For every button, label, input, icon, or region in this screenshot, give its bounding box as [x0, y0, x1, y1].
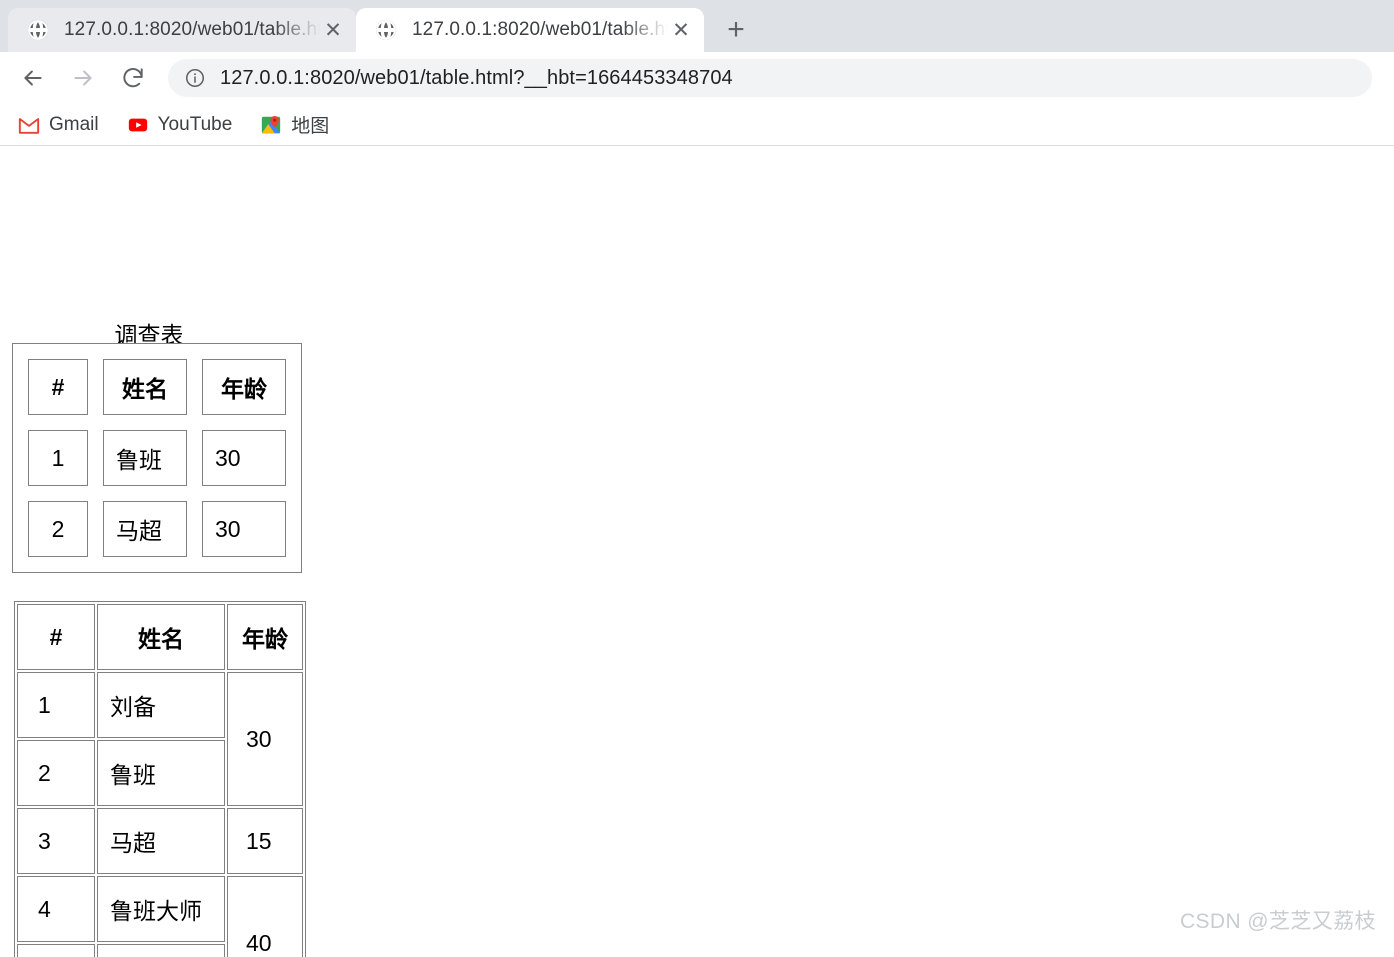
forward-arrow-icon	[64, 59, 102, 97]
tab-title: 127.0.0.1:8020/web01/table.ht	[64, 19, 320, 40]
table2-cell-index: 1	[17, 672, 95, 738]
bookmark-gmail[interactable]: Gmail	[18, 114, 99, 136]
table-row: 4 鲁班大师 40	[17, 876, 303, 957]
new-tab-button[interactable]: +	[714, 8, 758, 52]
bookmark-label: 地图	[291, 116, 330, 137]
table1-header-index: #	[28, 359, 88, 415]
table2-header-name: 姓名	[97, 604, 225, 670]
table1-cell-index: 1	[28, 430, 88, 486]
table2-cell-name: 鲁班	[97, 740, 225, 806]
table-row: 2 马超 30	[28, 501, 286, 557]
browser-window: 127.0.0.1:8020/web01/table.ht ✕ 127.0.0.…	[0, 0, 1394, 957]
bookmark-label: YouTube	[157, 113, 233, 135]
table1-cell-age: 30	[202, 430, 286, 486]
bookmark-label: Gmail	[49, 113, 99, 135]
info-circle-icon[interactable]	[184, 67, 206, 89]
table2-header-index: #	[17, 604, 95, 670]
watermark: CSDN @芝芝又荔枝	[1179, 910, 1376, 933]
table-row: 1 刘备 30	[17, 672, 303, 806]
table2-cell-name: 刘备	[97, 672, 225, 738]
table-header-row: # 姓名 年龄	[28, 359, 286, 415]
navigation-toolbar: 127.0.0.1:8020/web01/table.html?__hbt=16…	[0, 52, 1394, 104]
table1-header-name: 姓名	[103, 359, 187, 415]
close-icon[interactable]: ✕	[668, 17, 694, 43]
table2-cell-age: 15	[227, 808, 303, 874]
survey-table-1: # 姓名 年龄 1 鲁班 30 2 马超 30	[12, 343, 302, 573]
tab-strip: 127.0.0.1:8020/web01/table.ht ✕ 127.0.0.…	[0, 0, 1394, 52]
table2-cell-age: 30	[227, 672, 303, 806]
globe-icon	[374, 18, 398, 42]
bookmarks-bar: Gmail YouTube 地图	[0, 104, 1394, 146]
table1-cell-name: 马超	[103, 501, 187, 557]
table-row: 1 鲁班 30	[28, 430, 286, 486]
table1-cell-name: 鲁班	[103, 430, 187, 486]
gmail-icon	[18, 114, 40, 136]
table1-header-age: 年龄	[202, 359, 286, 415]
globe-icon	[26, 18, 50, 42]
table1-cell-age: 30	[202, 501, 286, 557]
browser-tab-2[interactable]: 127.0.0.1:8020/web01/table.ht ✕	[356, 8, 704, 52]
survey-table-2: # 姓名 年龄 1 刘备 30 2 鲁班 3 马超 15 4 鲁班大师 40	[14, 601, 306, 957]
back-arrow-icon[interactable]	[14, 59, 52, 97]
youtube-icon	[127, 114, 149, 136]
tab-title: 127.0.0.1:8020/web01/table.ht	[412, 19, 668, 40]
table-row: 3 马超 15	[17, 808, 303, 874]
table1-cell-index: 2	[28, 501, 88, 557]
table2-cell-index: 3	[17, 808, 95, 874]
reload-icon[interactable]	[114, 59, 152, 97]
bookmark-youtube[interactable]: YouTube	[127, 113, 233, 136]
table2-cell-name: 马超	[97, 808, 225, 874]
browser-tab-1[interactable]: 127.0.0.1:8020/web01/table.ht ✕	[8, 8, 356, 52]
page-content: 调查表 # 姓名 年龄 1 鲁班 30 2 马超 30 # 姓名 年龄 1 刘备…	[0, 146, 1394, 957]
table2-cell-age: 40	[227, 876, 303, 957]
table2-header-age: 年龄	[227, 604, 303, 670]
bookmark-maps[interactable]: 地图	[260, 111, 329, 138]
address-bar[interactable]: 127.0.0.1:8020/web01/table.html?__hbt=16…	[168, 59, 1372, 97]
table-header-row: # 姓名 年龄	[17, 604, 303, 670]
table2-cell-name: 鲁班大师	[97, 876, 225, 942]
close-icon[interactable]: ✕	[320, 17, 346, 43]
table2-cell-index: 4	[17, 876, 95, 942]
table2-cell-index: 2	[17, 740, 95, 806]
google-maps-icon	[260, 114, 282, 136]
address-bar-url: 127.0.0.1:8020/web01/table.html?__hbt=16…	[220, 66, 733, 89]
table2-cell-name: 典韦	[97, 944, 225, 957]
table2-cell-index: 5	[17, 944, 95, 957]
